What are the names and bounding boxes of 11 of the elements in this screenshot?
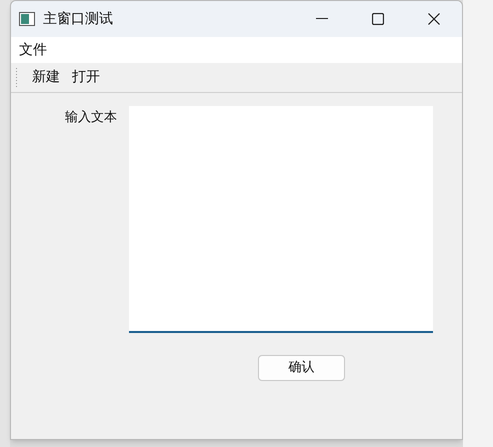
confirm-button[interactable]: 确认 [258,355,345,381]
field-label: 输入文本 [65,109,117,127]
window-title: 主窗口测试 [43,10,113,28]
toolbar-button[interactable]: 新建 [26,66,66,90]
minimize-icon [316,18,328,20]
close-icon [428,13,440,25]
text-input[interactable] [129,106,433,333]
toolbar-button[interactable]: 打开 [66,66,106,90]
app-icon [19,12,35,26]
maximize-icon [372,13,384,25]
menu-item[interactable]: 文件 [13,40,53,60]
